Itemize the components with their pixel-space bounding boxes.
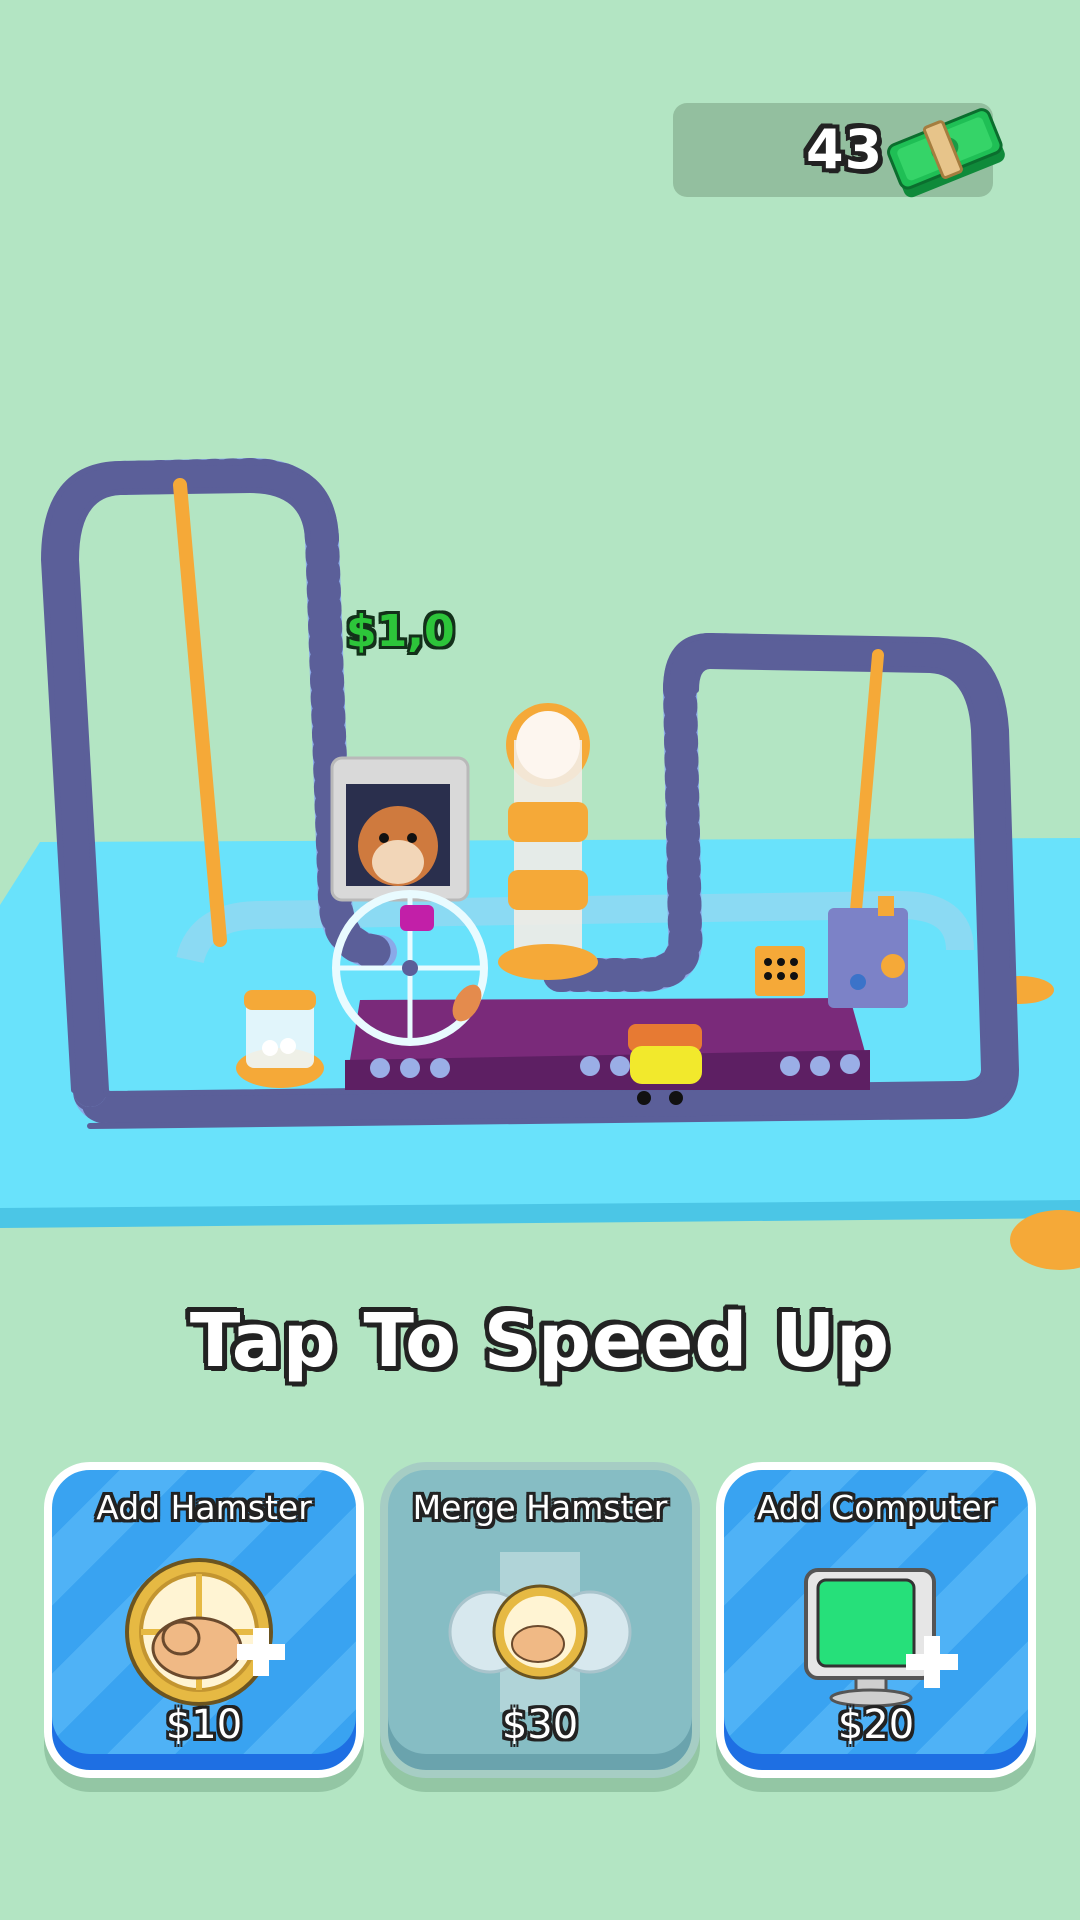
add-computer-price: $20 [837,1702,915,1748]
food-jar [236,990,324,1088]
merge-hamster-button[interactable]: Merge Hamster $30 [380,1462,700,1778]
computer-monitor [330,756,470,902]
hamster-wheel [332,890,488,1046]
hamster-merge-icon [448,1552,632,1712]
add-hamster-title: Add Hamster [96,1488,312,1527]
computer-add-icon [804,1568,958,1708]
hamster-wheel-add-icon [125,1558,285,1706]
money-amount: 43 [806,118,884,181]
tap-to-speed-up-hint: Tap To Speed Up [189,1298,891,1384]
cash-stack-icon [887,108,1005,198]
merge-hamster-price: $30 [501,1702,579,1748]
add-hamster-price: $10 [165,1702,243,1748]
game-scene[interactable] [0,440,1080,1300]
floating-income-text: $1,0 [346,606,455,657]
add-computer-button[interactable]: Add Computer $20 [716,1462,1036,1778]
merge-hamster-title: Merge Hamster [412,1488,668,1527]
add-hamster-button[interactable]: Add Hamster $10 [44,1462,364,1778]
add-computer-title: Add Computer [756,1488,996,1527]
